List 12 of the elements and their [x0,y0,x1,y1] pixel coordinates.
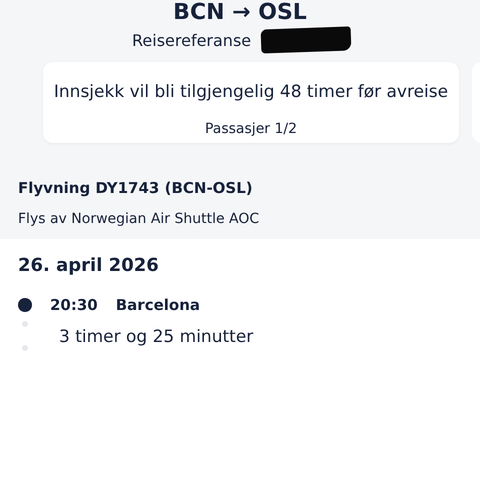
flight-date: 26. april 2026 [18,255,160,276]
flight-title: Flyvning DY1743 (BCN-OSL) [18,179,254,197]
checkin-message: Innsjekk vil bli tilgjengelig 48 timer før avreise [53,81,449,104]
reference-label: Reisereferanse [132,30,252,50]
departure-time: 20:30 [50,296,98,314]
passenger-counter: Passasjer 1/2 [204,121,298,137]
dotted-line-icon [21,320,29,354]
timeline-dot-icon [18,298,32,312]
operator-text: Flys av Norwegian Air Shuttle AOC [18,211,260,227]
flight-duration: 3 timer og 25 minutter [59,327,254,347]
departure-place: Barcelona [116,296,200,314]
route-title: BCN → OSL [173,0,307,25]
